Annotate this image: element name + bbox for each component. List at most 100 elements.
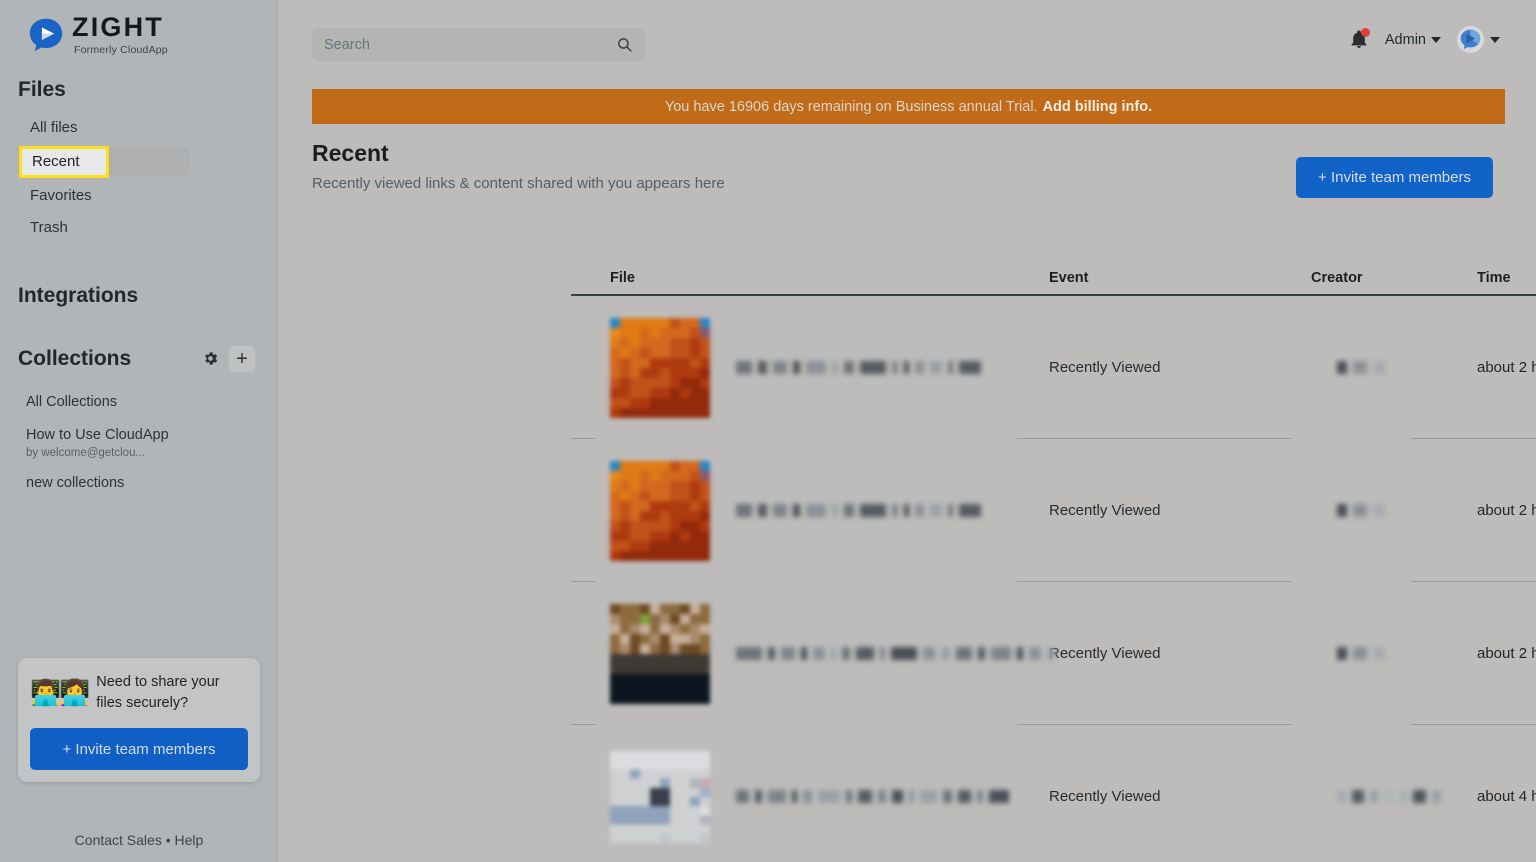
cell-creator [1311,790,1477,804]
sidebar-item-recent[interactable]: Recent [0,147,277,177]
topbar-right-controls: Admin [1349,26,1500,53]
cell-file[interactable] [571,604,1049,704]
chevron-down-icon-account [1490,37,1500,43]
table-row[interactable]: Recently Viewed about 2 hours ago [571,439,1536,582]
redacted-text-block [1353,361,1367,374]
column-header-file: File [571,270,1049,286]
redacted-text-block [758,504,767,517]
redacted-text-block [818,790,840,803]
file-thumbnail[interactable] [610,604,710,704]
creator-name-redacted [1337,647,1477,661]
table-row[interactable]: Recently Viewed about 2 hours ago [571,582,1536,725]
sidebar-section-files: Files [0,78,277,102]
redacted-text-block [1047,647,1055,660]
redacted-text-block [768,647,775,660]
search-input[interactable] [324,37,616,53]
sidebar-item-favorites[interactable]: Favorites [0,180,277,212]
redacted-text-block [832,504,838,517]
main-content: Admin You have 16906 days remaini [279,0,1536,862]
trial-banner-text: You have 16906 days remaining on Busines… [665,99,1038,115]
redacted-text-block [891,647,917,660]
column-header-event: Event [1049,270,1311,286]
redacted-text-block [792,790,797,803]
sidebar-item-how-to-use-cloudapp-owner: by welcome@getclou... [0,447,277,467]
redacted-text-block [978,647,985,660]
search-box[interactable] [312,28,645,61]
cell-time: about 2 hours ago [1477,645,1536,662]
redacted-text-block [793,504,800,517]
sidebar-section-integrations[interactable]: Integrations [0,284,277,308]
people-with-laptops-icon: 👨‍💻👩‍💻 [30,681,88,706]
sidebar-item-all-files[interactable]: All files [0,112,277,144]
redacted-text-block [831,647,836,660]
redacted-text-block [806,361,826,374]
redacted-text-block [844,504,854,517]
redacted-text-block [860,361,886,374]
redacted-text-block [844,361,854,374]
redacted-text-block [959,361,981,374]
sidebar-footer: Contact Sales • Help [0,832,278,848]
redacted-text-block [1370,790,1378,803]
cell-creator [1311,361,1477,375]
zight-avatar-icon [1459,28,1482,51]
creator-name-redacted [1337,504,1477,518]
cell-event: Recently Viewed [1049,502,1311,519]
recent-files-table: File Event Creator Time Actions Recently… [571,250,1536,862]
redacted-text-block [1352,790,1364,803]
cell-time: about 2 hours ago [1477,502,1536,519]
cell-file[interactable] [571,461,1049,561]
cell-file[interactable] [571,318,1049,418]
file-thumbnail[interactable] [610,461,710,561]
redacted-text-block [803,790,812,803]
file-thumbnail[interactable] [610,318,710,418]
logo-tagline: Formerly CloudApp [72,45,168,56]
sidebar-item-how-to-use-cloudapp[interactable]: How to Use CloudApp [0,419,277,447]
redacted-text-block [1373,504,1385,517]
redacted-text-block [1413,790,1426,803]
redacted-text-block [736,647,762,660]
admin-menu[interactable]: Admin [1385,32,1441,48]
invite-team-members-button[interactable]: + Invite team members [1296,157,1493,198]
sidebar-item-new-collections[interactable]: new collections [0,467,277,500]
app-logo[interactable]: ZIGHT Formerly CloudApp [0,0,277,56]
add-billing-info-link[interactable]: Add billing info. [1043,99,1153,115]
sidebar-item-recent-label: Recent [22,153,80,170]
help-link[interactable]: Help [175,832,204,848]
table-row[interactable]: Recently Viewed about 2 hours ago [571,296,1536,439]
gear-icon[interactable] [197,346,223,372]
redacted-text-block [1373,361,1385,374]
redacted-text-block [768,790,786,803]
file-thumbnail[interactable] [610,751,710,843]
redacted-text-block [773,361,787,374]
redacted-text-block [991,647,1011,660]
table-row[interactable]: Recently Viewed about 4 hours ago [571,725,1536,862]
redacted-text-block [1432,790,1441,803]
redacted-text-block [736,361,752,374]
trial-banner[interactable]: You have 16906 days remaining on Busines… [312,89,1505,124]
redacted-text-block [1337,504,1347,517]
redacted-text-block [909,790,914,803]
redacted-text-block [1373,647,1385,660]
redacted-text-block [858,790,872,803]
plus-icon[interactable]: + [229,346,255,372]
redacted-text-block [958,790,971,803]
redacted-text-block [977,790,983,803]
page-header: Recent Recently viewed links & content s… [312,140,1503,192]
table-header-row: File Event Creator Time Actions [571,250,1536,296]
creator-name-redacted [1337,361,1477,375]
redacted-text-block [915,504,924,517]
bell-icon[interactable] [1349,29,1369,51]
sidebar-item-trash[interactable]: Trash [0,212,277,244]
account-menu[interactable] [1457,26,1500,53]
redacted-text-block [773,504,787,517]
redacted-text-block [956,647,972,660]
sidebar-item-all-collections[interactable]: All Collections [0,386,277,419]
redacted-text-block [1400,790,1407,803]
file-name-redacted [736,361,981,375]
contact-sales-link[interactable]: Contact Sales [75,832,162,848]
cell-creator [1311,647,1477,661]
plus-glyph: + [236,349,248,369]
redacted-text-block [904,504,909,517]
cell-file[interactable] [571,751,1049,843]
invite-team-members-button-sidebar[interactable]: + Invite team members [30,728,248,770]
